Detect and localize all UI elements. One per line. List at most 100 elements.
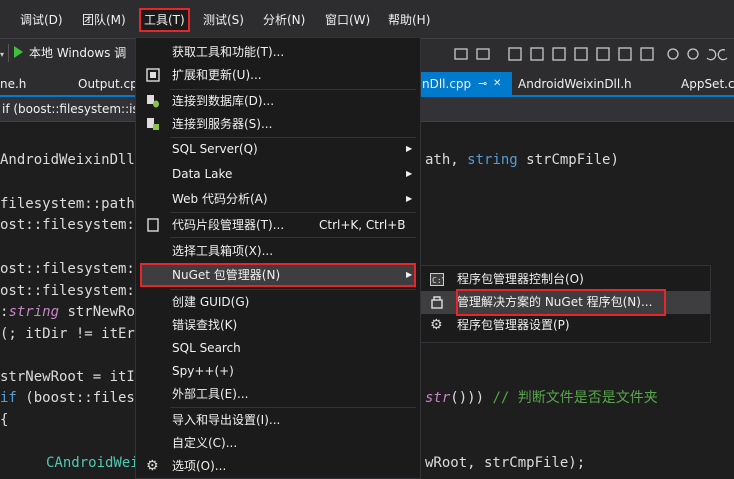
- menu-item-label: 创建 GUID(G): [172, 295, 250, 309]
- menu-item-label: 选择工具箱项(X)...: [172, 244, 274, 258]
- toolbar-right-icons: [425, 44, 734, 64]
- menu-window[interactable]: 窗口(W): [321, 10, 374, 30]
- menu-item-data-lake[interactable]: Data Lake ▶: [136, 163, 420, 185]
- gear-icon: ⚙: [146, 458, 159, 474]
- menu-help[interactable]: 帮助(H): [384, 10, 434, 30]
- menu-item-extensions[interactable]: 扩展和更新(U)...: [136, 64, 420, 86]
- code-line: filesystem::path: [0, 193, 135, 215]
- pin-icon[interactable]: ⊸: [478, 72, 487, 96]
- run-target-label: 本地 Windows 调: [29, 46, 127, 60]
- code-keyword: string: [8, 304, 60, 320]
- menu-item-sql-search[interactable]: SQL Search: [136, 337, 420, 359]
- dropdown-arrow-icon[interactable]: ▾: [0, 50, 4, 59]
- menu-item-customize[interactable]: 自定义(C)...: [136, 432, 420, 454]
- menu-item-options[interactable]: ⚙ 选项(O)...: [136, 455, 420, 477]
- menu-item-get-tools[interactable]: 获取工具和功能(T)...: [136, 41, 420, 63]
- menu-item-label: 连接到服务器(S)...: [172, 117, 273, 131]
- code-line: str())) // 判断文件是否是文件夹: [425, 387, 658, 409]
- tab-androidweixindll-h[interactable]: AndroidWeixinDll.h: [518, 74, 632, 94]
- menu-item-label: 外部工具(E)...: [172, 387, 249, 401]
- tab-engine-h[interactable]: ne.h: [0, 74, 26, 94]
- menu-item-spy[interactable]: Spy++(+): [136, 360, 420, 382]
- toolbar-icon[interactable]: [530, 47, 544, 61]
- tab-weixindll-cpp[interactable]: nDll.cpp ⊸ ✕: [418, 72, 512, 96]
- code-line: :string strNewRo: [0, 301, 135, 323]
- menu-item-label: NuGet 包管理器(N): [172, 268, 281, 282]
- menu-item-shortcut: Ctrl+K, Ctrl+B: [319, 218, 406, 232]
- submenu-item-package-console[interactable]: C:\ 程序包管理器控制台(O): [421, 268, 710, 291]
- menu-item-label: SQL Search: [172, 341, 241, 355]
- toolbar-icon[interactable]: [640, 47, 654, 61]
- download-icon[interactable]: [476, 48, 490, 60]
- submenu-arrow-icon: ▶: [406, 270, 413, 279]
- menu-team[interactable]: 团队(M): [78, 10, 130, 30]
- menu-tools[interactable]: 工具(T): [139, 8, 190, 32]
- code-token: ost::filesystem::: [0, 261, 144, 277]
- menu-item-label: 选项(O)...: [172, 459, 227, 473]
- close-icon[interactable]: ✕: [493, 72, 501, 96]
- bookmark-icon[interactable]: [667, 48, 679, 60]
- database-icon: [147, 95, 159, 108]
- toolbar-icon[interactable]: [552, 47, 566, 61]
- menu-separator: [170, 289, 416, 290]
- menu-item-label: 扩展和更新(U)...: [172, 68, 262, 82]
- menu-item-error-lookup[interactable]: 错误查找(K): [136, 314, 420, 336]
- tab-appset-cpp[interactable]: AppSet.cp: [681, 74, 734, 94]
- menu-item-sql-server[interactable]: SQL Server(Q) ▶: [136, 138, 420, 160]
- code-token: ost::filesystem::: [0, 217, 144, 233]
- snippet-icon: [147, 218, 159, 232]
- menu-item-label: 错误查找(K): [172, 318, 238, 332]
- code-token: strNewRo: [59, 304, 135, 320]
- highlight-box: [456, 289, 666, 316]
- toolbar-icon[interactable]: [574, 47, 588, 61]
- menu-item-import-export[interactable]: 导入和导出设置(I)...: [136, 409, 420, 431]
- bookmark-icon[interactable]: [687, 48, 699, 60]
- menu-analyze[interactable]: 分析(N): [259, 10, 309, 30]
- code-line: ost::filesystem::: [0, 258, 143, 280]
- menu-debug[interactable]: 调试(D): [16, 10, 67, 30]
- tools-menu: 获取工具和功能(T)... 扩展和更新(U)... 连接到数据库(D)... 连…: [135, 37, 421, 479]
- console-icon: C:\: [430, 273, 444, 286]
- menu-separator: [170, 237, 416, 238]
- submenu-item-label: 程序包管理器控制台(O): [457, 272, 584, 286]
- code-line: strNewRoot = itI: [0, 366, 135, 388]
- start-debug-button[interactable]: 本地 Windows 调: [14, 43, 126, 63]
- server-icon: [147, 118, 159, 130]
- undo-icon[interactable]: [706, 49, 717, 61]
- code-type: CAndroidWei: [46, 455, 139, 471]
- toolbar-icon[interactable]: [596, 47, 610, 61]
- menu-item-external-tools[interactable]: 外部工具(E)...: [136, 383, 420, 405]
- menu-test[interactable]: 测试(S): [199, 10, 248, 30]
- menu-item-connect-database[interactable]: 连接到数据库(D)...: [136, 90, 420, 112]
- code-line: (; itDir != itEr: [0, 323, 135, 345]
- menu-item-label: Web 代码分析(A): [172, 192, 268, 206]
- code-token: (; itDir != itEr: [0, 326, 135, 342]
- submenu-arrow-icon: ▶: [406, 144, 413, 153]
- code-comment: // 判断文件是否是文件夹: [492, 390, 658, 406]
- menu-item-nuget[interactable]: NuGet 包管理器(N) ▶: [140, 263, 416, 287]
- tab-output-cpp[interactable]: Output.cp: [78, 74, 138, 94]
- menu-item-snippets-manager[interactable]: 代码片段管理器(T)... Ctrl+K, Ctrl+B: [136, 214, 420, 236]
- submenu-item-package-settings[interactable]: ⚙ 程序包管理器设置(P): [421, 314, 710, 337]
- scope-dropdown[interactable]: if (boost::filesystem::is_: [2, 99, 145, 119]
- menu-item-connect-server[interactable]: 连接到服务器(S)...: [136, 113, 420, 135]
- menu-separator: [170, 212, 416, 213]
- menu-item-choose-toolbox[interactable]: 选择工具箱项(X)...: [136, 240, 420, 262]
- submenu-item-label: 程序包管理器设置(P): [457, 318, 570, 332]
- code-token: strNewRoot = itI: [0, 369, 135, 385]
- redo-icon[interactable]: [717, 49, 728, 61]
- download-icon[interactable]: [454, 48, 468, 60]
- code-token: {: [0, 412, 9, 428]
- toolbar-icon[interactable]: [508, 47, 522, 61]
- code-line: CAndroidWei: [46, 452, 139, 474]
- code-token: ost::filesystem::: [0, 283, 144, 299]
- menu-item-label: Data Lake: [172, 167, 233, 181]
- toolbar-icon[interactable]: [618, 47, 632, 61]
- menu-item-create-guid[interactable]: 创建 GUID(G): [136, 291, 420, 313]
- menu-item-label: 导入和导出设置(I)...: [172, 413, 281, 427]
- menu-item-web-code-analysis[interactable]: Web 代码分析(A) ▶: [136, 188, 420, 210]
- extensions-icon: [146, 68, 160, 82]
- code-token: filesystem::path: [0, 196, 135, 212]
- code-line: AndroidWeixinDll: [0, 149, 135, 171]
- menu-separator: [170, 407, 416, 408]
